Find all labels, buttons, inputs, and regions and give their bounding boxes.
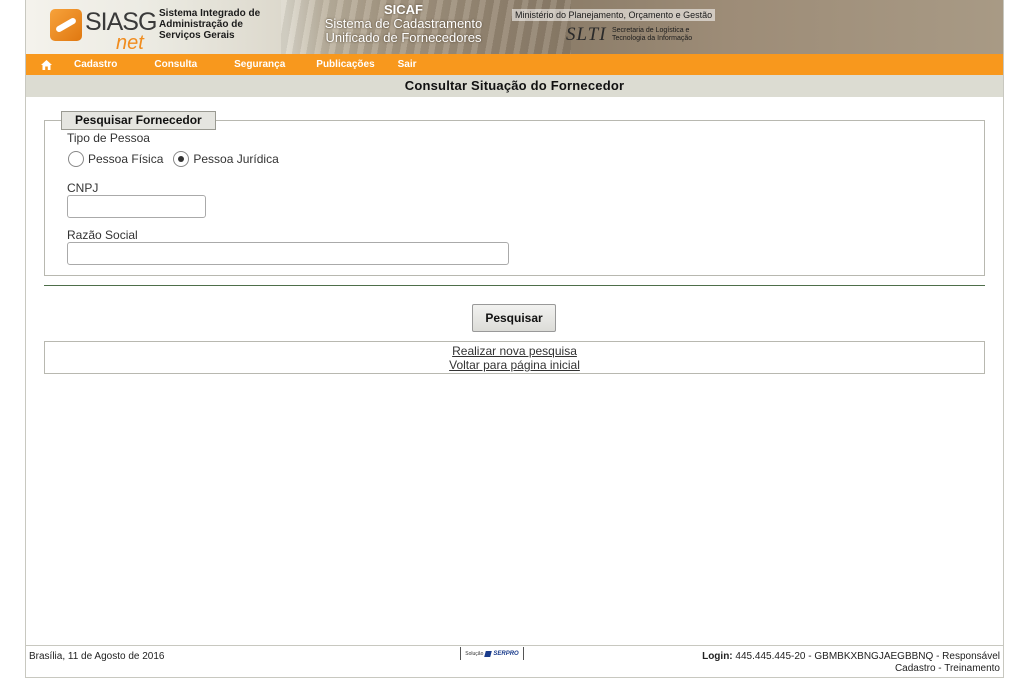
- fieldset-legend: Pesquisar Fornecedor: [61, 111, 216, 130]
- menu-item-cadastro[interactable]: Cadastro: [66, 54, 144, 75]
- tipo-pessoa-radio-group: Pessoa Física Pessoa Jurídica: [68, 151, 289, 167]
- page-title: Consultar Situação do Fornecedor: [26, 75, 1003, 97]
- cnpj-input[interactable]: [67, 195, 206, 218]
- razao-social-label: Razão Social: [67, 228, 138, 242]
- serpro-logo: Solução SERPRO: [460, 647, 524, 660]
- main-menu: Cadastro Consulta Segurança Publicações …: [26, 54, 1003, 75]
- pesquisar-button[interactable]: Pesquisar: [472, 304, 556, 332]
- ministerio-text: Ministério do Planejamento, Orçamento e …: [512, 9, 716, 21]
- siasg-logo-mark-icon: [50, 9, 82, 41]
- login-info: Login: 445.445.445-20 - GBMBKXBNGJAEGBBN…: [702, 651, 1000, 675]
- slti-mark: SLTI: [566, 24, 607, 45]
- serpro-name: SERPRO: [493, 650, 519, 657]
- cnpj-label: CNPJ: [67, 181, 99, 195]
- siasg-logo: SIASG net: [48, 6, 157, 54]
- system-name: Sistema Integrado de Administração de Se…: [159, 8, 279, 41]
- menu-item-consulta[interactable]: Consulta: [144, 54, 224, 75]
- page-frame: SIASG net Sistema Integrado de Administr…: [25, 0, 1004, 678]
- links-box: Realizar nova pesquisa Voltar para págin…: [44, 341, 985, 374]
- razao-social-input[interactable]: [67, 242, 509, 265]
- system-name-line: Sistema Integrado de: [159, 8, 261, 19]
- slti-line: Secretaria de Logística e: [612, 27, 690, 34]
- header-banner: SIASG net Sistema Integrado de Administr…: [26, 0, 1003, 54]
- tipo-pessoa-label: Tipo de Pessoa: [67, 131, 150, 145]
- menu-item-seguranca[interactable]: Segurança: [224, 54, 306, 75]
- sicaf-sub-line: Sistema de Cadastramento: [324, 16, 483, 31]
- slti-logo: SLTI Secretaria de Logística e Tecnologi…: [566, 24, 726, 46]
- footer: Brasília, 11 de Agosto de 2016 Solução S…: [26, 645, 1003, 677]
- sicaf-title: SICAF: [384, 2, 423, 17]
- login-line: Login: 445.445.445-20 - GBMBKXBNGJAEGBBN…: [702, 651, 1000, 663]
- login-value: 445.445.445-20 - GBMBKXBNGJAEGBBNQ - Res…: [735, 651, 1000, 662]
- system-name-line: Serviços Gerais: [159, 30, 235, 41]
- menu-item-publicacoes[interactable]: Publicações: [306, 54, 387, 75]
- slti-text: Secretaria de Logística e Tecnologia da …: [612, 27, 692, 43]
- sicaf-block: SICAF Sistema de Cadastramento Unificado…: [291, 3, 516, 45]
- home-button[interactable]: [26, 54, 66, 75]
- menu-item-sair[interactable]: Sair: [388, 54, 431, 75]
- radio-pessoa-fisica[interactable]: [68, 151, 84, 167]
- footer-date: Brasília, 11 de Agosto de 2016: [29, 651, 165, 662]
- radio-pessoa-fisica-label[interactable]: Pessoa Física: [88, 152, 163, 166]
- sicaf-sub-line: Unificado de Fornecedores: [325, 30, 482, 45]
- login-line-2: Cadastro - Treinamento: [894, 663, 1000, 674]
- divider: [44, 285, 985, 286]
- radio-selected-dot-icon: [178, 156, 185, 162]
- logo-sub: net: [116, 32, 144, 54]
- nova-pesquisa-link[interactable]: Realizar nova pesquisa: [45, 344, 984, 358]
- radio-pessoa-juridica[interactable]: [173, 151, 190, 167]
- slti-line: Tecnologia da Informação: [612, 35, 693, 42]
- radio-pessoa-juridica-label[interactable]: Pessoa Jurídica: [193, 152, 278, 166]
- serpro-mark-icon: [484, 650, 493, 657]
- login-label: Login:: [702, 651, 733, 662]
- home-icon: [40, 59, 52, 70]
- serpro-prefix: Solução: [465, 650, 484, 657]
- voltar-pagina-inicial-link[interactable]: Voltar para página inicial: [45, 358, 984, 372]
- system-name-line: Administração de: [159, 19, 243, 30]
